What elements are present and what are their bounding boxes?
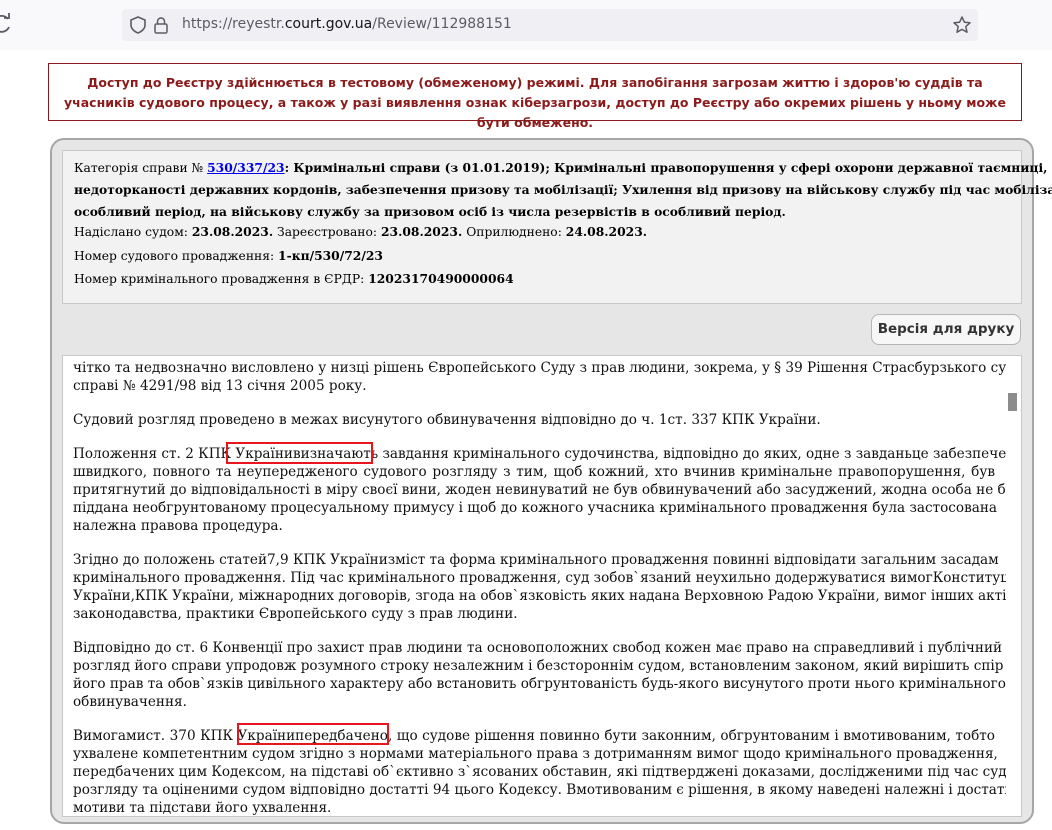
access-notice: Доступ до Реєстру здійснюється в тестово… xyxy=(48,63,1022,130)
published-date: 24.08.2023. xyxy=(565,224,648,239)
url-bar[interactable]: https://reyestr.court.gov.ua/Review/1129… xyxy=(122,9,978,41)
sent-date: 23.08.2023. xyxy=(191,224,274,239)
doc-line: Положення ст. 2 КПК Українивизначають за… xyxy=(73,446,1022,462)
category-prefix: Категорія справи № xyxy=(74,161,204,175)
lock-icon[interactable] xyxy=(154,16,168,34)
url-path: /Review/112988151 xyxy=(372,16,512,32)
doc-line: кримінального провадження. Під час кримі… xyxy=(73,570,1018,586)
doc-line: ухвалене компетентним судом згідно з нор… xyxy=(73,746,998,762)
category-text-1: : Кримінальні справи (з 01.01.2019); Кри… xyxy=(284,160,1048,175)
scrollbar-thumb[interactable] xyxy=(1008,393,1017,411)
doc-line: розгляду та оціненими судом відповідно д… xyxy=(73,782,1018,798)
registered-label: Зареєстровано: xyxy=(277,225,378,239)
shield-icon[interactable] xyxy=(130,16,146,34)
highlight-box-1 xyxy=(226,442,373,464)
court-proceeding-line: Номер судового провадження: 1-кп/530/72/… xyxy=(74,248,383,263)
category-text-2: недоторканості державних кордонів, забез… xyxy=(74,182,1052,197)
registered-date: 23.08.2023. xyxy=(380,224,463,239)
doc-line: розгляд його справи упродовж розумного с… xyxy=(73,658,1022,674)
criminal-proc-number: 12023170490000064 xyxy=(368,271,514,286)
criminal-proc-label: Номер кримінального провадження в ЄРДР: xyxy=(74,272,365,286)
doc-line: мотиви та підстави його ухвалення. xyxy=(73,800,332,816)
scrollbar-track[interactable] xyxy=(1006,356,1021,816)
print-version-button[interactable]: Версія для друку xyxy=(871,314,1021,345)
court-proc-number: 1-кп/530/72/23 xyxy=(278,248,383,263)
doc-line: Згідно до положень статей7,9 КПК України… xyxy=(73,552,999,568)
category-text-3: особливий період, на військову службу за… xyxy=(74,204,786,219)
case-category-line-2: недоторканості державних кордонів, забез… xyxy=(74,182,1052,197)
doc-line: України,КПК України, міжнародних договор… xyxy=(73,588,1015,604)
case-category-line-3: особливий період, на військову службу за… xyxy=(74,204,786,219)
document-text-area[interactable]: чітко та недвозначно висловлено у низці … xyxy=(62,355,1022,817)
doc-line: справі № 4291/98 від 13 січня 2005 року. xyxy=(73,378,367,394)
criminal-proceeding-line: Номер кримінального провадження в ЄРДР: … xyxy=(74,271,514,286)
dates-line: Надіслано судом: 23.08.2023. Зареєстрова… xyxy=(74,224,647,239)
reload-icon[interactable] xyxy=(0,13,13,35)
doc-line: Вимогамист. 370 КПК Українипередбачено, … xyxy=(73,728,995,744)
url-text[interactable]: https://reyestr.court.gov.ua/Review/1129… xyxy=(182,16,512,32)
doc-line: чітко та недвозначно висловлено у низці … xyxy=(73,360,1022,376)
doc-line: належна правова процедура. xyxy=(73,518,283,534)
doc-line: Відповідно до ст. 6 Конвенції про захист… xyxy=(73,640,1003,656)
doc-line: його прав та обов`язків цивільного харак… xyxy=(73,676,1006,692)
highlight-box-2 xyxy=(237,723,389,745)
doc-line: швидкого, повного та неупередженого судо… xyxy=(73,464,995,480)
published-label: Оприлюднено: xyxy=(466,225,562,239)
notice-text: Доступ до Реєстру здійснюється в тестово… xyxy=(64,75,1006,130)
doc-line: піддана необгрунтованому процесуальному … xyxy=(73,500,998,516)
doc-line: законодавства, практики Європейського су… xyxy=(73,606,518,622)
doc-line: Судовий розгляд проведено в межах висуну… xyxy=(73,412,821,428)
browser-toolbar: https://reyestr.court.gov.ua/Review/1129… xyxy=(0,0,1052,50)
court-proc-label: Номер судового провадження: xyxy=(74,249,275,263)
case-number-link[interactable]: 530/337/23 xyxy=(207,160,284,175)
doc-line: притягнутий до відповідальності в міру с… xyxy=(73,482,1022,498)
sent-label: Надіслано судом: xyxy=(74,225,188,239)
bookmark-star-icon[interactable] xyxy=(952,15,972,35)
url-prefix: https://reyestr. xyxy=(182,16,285,32)
case-info-box: Категорія справи № 530/337/23: Криміналь… xyxy=(62,150,1052,304)
url-host: court.gov.ua xyxy=(284,16,373,32)
doc-line: передбачених цим Кодексом, на підставі о… xyxy=(73,764,1022,780)
doc-line: обвинувачення. xyxy=(73,694,187,710)
case-category-line-1: Категорія справи № 530/337/23: Криміналь… xyxy=(74,160,1047,175)
